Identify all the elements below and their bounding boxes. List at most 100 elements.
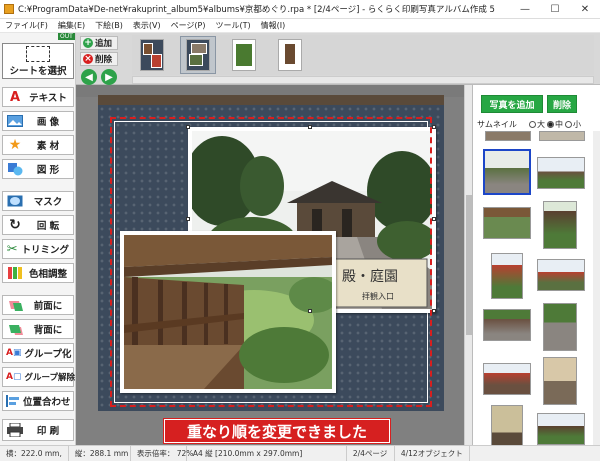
size-medium-radio[interactable]: 中 <box>547 119 563 130</box>
status-zoom: 表示倍率： 72% <box>131 445 193 461</box>
status-bar: 横：222.0 mm, 縦：288.1 mm 表示倍率： 72% A4 縦 [2… <box>0 445 600 461</box>
menu-view[interactable]: 表示(V) <box>128 20 166 31</box>
resize-handle[interactable] <box>186 217 190 221</box>
canvas-area: 殿・庭園 拝観入口 <box>76 85 472 445</box>
menu-background[interactable]: 下絵(B) <box>90 20 128 31</box>
resize-handle[interactable] <box>186 125 190 129</box>
page-thumbnail-strip <box>132 35 594 75</box>
mask-tool-button[interactable]: マスク <box>2 191 74 211</box>
photo-thumbnail[interactable] <box>539 131 585 141</box>
photo-thumbnail[interactable] <box>491 253 523 299</box>
menu-tools[interactable]: ツール(T) <box>211 20 256 31</box>
page-thumb-1-image <box>140 39 164 71</box>
canvas-vertical-scrollbar[interactable] <box>464 85 472 445</box>
window-title: C:¥ProgramData¥De-net¥rakuprint_album5¥a… <box>18 5 495 15</box>
page-top-image-strip <box>98 95 444 105</box>
rotate-tool-button[interactable]: ↻ 回 転 <box>2 215 74 235</box>
ungroup-icon: A ▢ <box>6 372 22 382</box>
print-button[interactable]: 印 刷 <box>2 419 74 441</box>
resize-handle[interactable] <box>432 125 436 129</box>
resize-handle[interactable] <box>432 217 436 221</box>
photo-thumbnail[interactable] <box>537 413 585 445</box>
text-tool-button[interactable]: A テキスト <box>2 87 74 107</box>
size-small-radio[interactable]: 小 <box>565 119 581 130</box>
photo-thumbnail[interactable] <box>483 363 531 395</box>
status-height: 縦：288.1 mm <box>69 445 131 461</box>
close-button[interactable]: ✕ <box>570 0 600 19</box>
trimming-tool-button[interactable]: ✂ トリミング <box>2 239 74 259</box>
page-thumb-3-image <box>232 39 256 71</box>
send-back-icon <box>6 322 24 336</box>
menu-file[interactable]: ファイル(F) <box>0 20 53 31</box>
album-page[interactable]: 殿・庭園 拝観入口 <box>98 105 444 411</box>
caption-banner: 重なり順を変更できました <box>164 419 390 443</box>
plus-icon: + <box>83 38 93 48</box>
delete-photo-button[interactable]: 削除 <box>547 95 577 113</box>
prev-page-arrow-icon[interactable]: ◀ <box>81 69 97 85</box>
align-button[interactable]: 位置合わせ <box>2 391 74 411</box>
add-page-button[interactable]: + 追加 <box>80 36 118 50</box>
delete-page-button[interactable]: × 削除 <box>80 52 118 66</box>
sheet-select-label: シートを選択 <box>9 65 67 77</box>
shape-icon <box>6 162 24 176</box>
page-thumb-2-image <box>186 39 210 71</box>
ungroup-button[interactable]: A ▢ グループ解除 <box>2 367 75 387</box>
page-thumb-4[interactable] <box>272 36 308 74</box>
menu-edit[interactable]: 編集(E) <box>53 20 90 31</box>
status-paper: A4 縦 [210.0mm x 297.0mm] <box>187 445 347 461</box>
photo-thumbnail[interactable] <box>543 303 577 351</box>
image-icon <box>6 114 24 128</box>
photo-thumbnail-selected[interactable] <box>483 149 531 195</box>
text-icon: A <box>9 89 21 105</box>
photo-thumbnail[interactable] <box>537 157 585 189</box>
sheet-select-button[interactable]: シートを選択 <box>2 43 74 79</box>
menu-page[interactable]: ページ(P) <box>166 20 211 31</box>
color-bars-icon <box>6 266 24 280</box>
out-badge: OUT <box>58 33 75 40</box>
next-page-arrow-icon[interactable]: ▶ <box>101 69 117 85</box>
sheet-select-icon <box>26 45 50 62</box>
resize-handle[interactable] <box>432 309 436 313</box>
resize-handle[interactable] <box>308 309 312 313</box>
page-thumb-3[interactable] <box>226 36 262 74</box>
delete-icon: × <box>83 54 93 64</box>
add-photo-button[interactable]: 写真を追加 <box>481 95 543 113</box>
minimize-button[interactable]: — <box>510 0 540 19</box>
photo-thumbnail[interactable] <box>483 309 531 341</box>
bring-front-icon <box>6 298 24 312</box>
group-icon: A ▣ <box>6 348 22 358</box>
photo-thumbnail[interactable] <box>485 131 531 141</box>
mask-icon <box>6 194 24 208</box>
color-adjust-tool-button[interactable]: 色相調整 <box>2 263 74 283</box>
printer-icon <box>6 423 24 437</box>
scissors-icon: ✂ <box>6 241 18 257</box>
rotate-icon: ↻ <box>9 217 21 233</box>
page-thumb-4-image <box>278 39 302 71</box>
thumbnail-size-label: サムネイル <box>477 120 517 129</box>
maximize-button[interactable]: ☐ <box>540 0 570 19</box>
page-strip-scrollbar[interactable] <box>132 76 594 84</box>
send-back-button[interactable]: 背面に <box>2 319 74 339</box>
photo-thumbnail[interactable] <box>491 405 523 445</box>
menu-info[interactable]: 情報(I) <box>256 20 291 31</box>
size-large-radio[interactable]: 大 <box>529 119 545 130</box>
thumbnail-size-options: 大 中 小 <box>529 119 581 130</box>
photo-panel-scrollbar[interactable] <box>593 131 600 445</box>
material-tool-button[interactable]: ★ 素 材 <box>2 135 74 155</box>
status-page: 2/4ページ <box>347 445 395 461</box>
tool-panel: OUT シートを選択 A テキスト 画 像 ★ 素 材 図 形 マスク ↻ 回 … <box>0 33 76 445</box>
photo-thumbnail[interactable] <box>537 259 585 291</box>
photo-thumbnail[interactable] <box>483 207 531 239</box>
photo-thumbnail[interactable] <box>543 201 577 249</box>
shape-tool-button[interactable]: 図 形 <box>2 159 74 179</box>
image-tool-button[interactable]: 画 像 <box>2 111 74 131</box>
page-thumb-1[interactable] <box>134 36 170 74</box>
page-bar: + 追加 × 削除 ◀ ▶ <box>76 33 600 85</box>
star-icon: ★ <box>8 137 22 153</box>
photo-thumbnail[interactable] <box>543 357 577 405</box>
page-thumb-2[interactable] <box>180 36 216 74</box>
resize-handle[interactable] <box>308 125 312 129</box>
photo-thumbnail-grid <box>477 131 597 445</box>
bring-front-button[interactable]: 前面に <box>2 295 74 315</box>
group-button[interactable]: A ▣ グループ化 <box>2 343 74 363</box>
